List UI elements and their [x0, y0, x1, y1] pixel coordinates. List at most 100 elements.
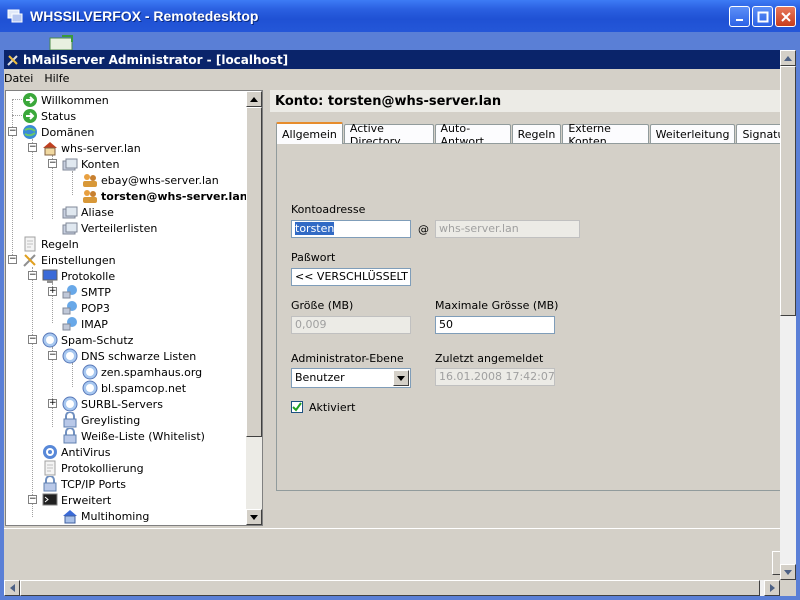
tab-allgemein[interactable]: Allgemein	[276, 122, 343, 144]
arrow-up-icon	[250, 96, 258, 102]
tree-item-logging[interactable]: Protokollierung	[42, 460, 144, 476]
tree-expander-spam[interactable]: −	[28, 335, 37, 344]
tree-item-spamcop[interactable]: bl.spamcop.net	[82, 380, 186, 396]
monitor-icon	[42, 269, 58, 283]
app-title: hMailServer Administrator - [localhost]	[23, 52, 289, 67]
tree-item-imap[interactable]: IMAP	[62, 316, 108, 332]
tree-scrollbar[interactable]	[246, 91, 262, 525]
domain-input: whs-server.lan	[435, 220, 580, 238]
tree-item-pop3[interactable]: POP3	[62, 300, 110, 316]
tree-scroll-down-button[interactable]	[246, 509, 262, 525]
tree-item-protocols[interactable]: Protokolle	[42, 268, 115, 284]
users-icon	[83, 174, 97, 187]
shield-icon	[42, 332, 58, 348]
arrow-right-icon	[769, 584, 775, 592]
tree-item-surbl[interactable]: SURBL-Servers	[62, 396, 163, 412]
tab-weiterleitung[interactable]: Weiterleitung	[649, 124, 736, 144]
target-icon	[43, 445, 57, 459]
navigation-tree[interactable]: − − − − − + − − + − Willkommen Status Do…	[5, 90, 263, 526]
last-login-label: Zuletzt angemeldet	[435, 352, 544, 365]
tree-item-smtp[interactable]: SMTP	[62, 284, 111, 300]
max-size-label: Maximale Grösse (MB)	[435, 299, 559, 312]
minimize-button[interactable]	[729, 6, 750, 27]
tab-externe-konten[interactable]: Externe Konten	[562, 122, 649, 148]
tree-item-accounts[interactable]: Konten	[62, 156, 119, 172]
tree-expander-advanced[interactable]: −	[28, 495, 37, 504]
outer-scroll-down-button[interactable]	[780, 564, 796, 580]
shield-icon	[82, 364, 98, 380]
close-button[interactable]	[775, 6, 796, 27]
tree-item-spamhaus[interactable]: zen.spamhaus.org	[82, 364, 202, 380]
tree-expander-smtp[interactable]: +	[48, 287, 57, 296]
last-login-input: 16.01.2008 17:42:07	[435, 368, 555, 386]
admin-level-dropdown-button[interactable]	[393, 370, 409, 386]
lock-icon	[43, 476, 57, 492]
tree-expander-surbl[interactable]: +	[48, 399, 57, 408]
tree-item-multihoming[interactable]: Multihoming	[62, 508, 149, 524]
admin-level-select[interactable]: Benutzer	[291, 368, 411, 388]
max-size-input[interactable]: 50	[435, 316, 555, 334]
tree-expander-domains[interactable]: −	[8, 127, 17, 136]
app-titlebar[interactable]: hMailServer Administrator - [localhost]	[4, 50, 796, 69]
tree-expander-dnsbl[interactable]: −	[48, 351, 57, 360]
tree-expander-accounts[interactable]: −	[48, 159, 57, 168]
tree-scroll-up-button[interactable]	[246, 91, 262, 107]
tree-item-settings[interactable]: Einstellungen	[22, 252, 116, 268]
maximize-button[interactable]	[752, 6, 773, 27]
tree-item-domains[interactable]: Domänen	[22, 124, 94, 140]
tree-item-willkommen[interactable]: Willkommen	[22, 92, 109, 108]
tree-item-account-torsten[interactable]: torsten@whs-server.lan	[82, 188, 248, 204]
tree-scroll-thumb[interactable]	[246, 107, 262, 437]
bottom-bar	[4, 528, 796, 580]
tree-expander-protocols[interactable]: −	[28, 271, 37, 280]
account-tabs: Allgemein Active Directory Auto-Antwort …	[276, 122, 796, 148]
tree-item-greylisting[interactable]: Greylisting	[62, 412, 140, 428]
remote-desktop-icon	[7, 9, 23, 23]
menubar: Datei Hilfe	[4, 69, 796, 87]
tree-item-antivirus[interactable]: AntiVirus	[42, 444, 110, 460]
account-detail-pane: Konto: torsten@whs-server.lan Allgemein …	[268, 90, 796, 526]
tree-item-status[interactable]: Status	[22, 108, 76, 124]
remote-desktop-vertical-scrollbar[interactable]	[780, 50, 796, 580]
terminal-icon	[42, 493, 58, 506]
outer-scroll-up-button[interactable]	[780, 50, 796, 66]
tab-auto-antwort[interactable]: Auto-Antwort	[434, 122, 511, 148]
shield-icon	[62, 396, 78, 412]
tree-item-domain[interactable]: whs-server.lan	[42, 140, 141, 156]
tree-item-aliases[interactable]: Aliase	[62, 204, 114, 220]
tab-active-directory[interactable]: Active Directory	[343, 122, 434, 148]
close-icon	[780, 11, 791, 22]
address-input[interactable]: torsten	[291, 220, 411, 238]
green-arrow-icon	[23, 109, 37, 123]
admin-level-label: Administrator-Ebene	[291, 352, 404, 365]
enabled-checkbox[interactable]	[291, 401, 303, 413]
tree-expander-settings[interactable]: −	[8, 255, 17, 264]
house-icon	[63, 510, 77, 524]
tree-item-distribution-lists[interactable]: Verteilerlisten	[62, 220, 157, 236]
outer-scroll-thumb[interactable]	[780, 66, 796, 316]
remote-desktop-horizontal-scrollbar[interactable]	[4, 580, 780, 596]
document-icon	[24, 236, 36, 252]
shield-icon	[82, 380, 98, 396]
outer-scroll-left-button[interactable]	[4, 580, 20, 596]
tree-item-whitelist[interactable]: Weiße-Liste (Whitelist)	[62, 428, 205, 444]
menu-datei[interactable]: Datei	[4, 72, 38, 85]
tree-item-dns-blacklists[interactable]: DNS schwarze Listen	[62, 348, 196, 364]
password-input[interactable]: << VERSCHLÜSSELT >>	[291, 268, 411, 286]
outer-scroll-right-button[interactable]	[764, 580, 780, 596]
tab-regeln[interactable]: Regeln	[511, 124, 562, 144]
menu-hilfe[interactable]: Hilfe	[44, 72, 74, 85]
window-title: WHSSILVERFOX - Remotedesktop	[30, 8, 259, 24]
users-icon	[83, 190, 97, 203]
tree-item-account-ebay[interactable]: ebay@whs-server.lan	[82, 172, 219, 188]
tree-item-tcpip-ports[interactable]: TCP/IP Ports	[42, 476, 126, 492]
tree-expander-domain[interactable]: −	[28, 143, 37, 152]
account-header: Konto: torsten@whs-server.lan	[270, 90, 792, 112]
tree-item-advanced[interactable]: Erweitert	[42, 492, 111, 508]
tree-item-rules[interactable]: Regeln	[22, 236, 79, 252]
outer-hscroll-thumb[interactable]	[20, 580, 760, 596]
tree-item-spam-protection[interactable]: Spam-Schutz	[42, 332, 133, 348]
network-icon	[62, 301, 77, 315]
chevron-down-icon	[397, 375, 405, 381]
window-titlebar[interactable]: WHSSILVERFOX - Remotedesktop	[0, 0, 800, 32]
